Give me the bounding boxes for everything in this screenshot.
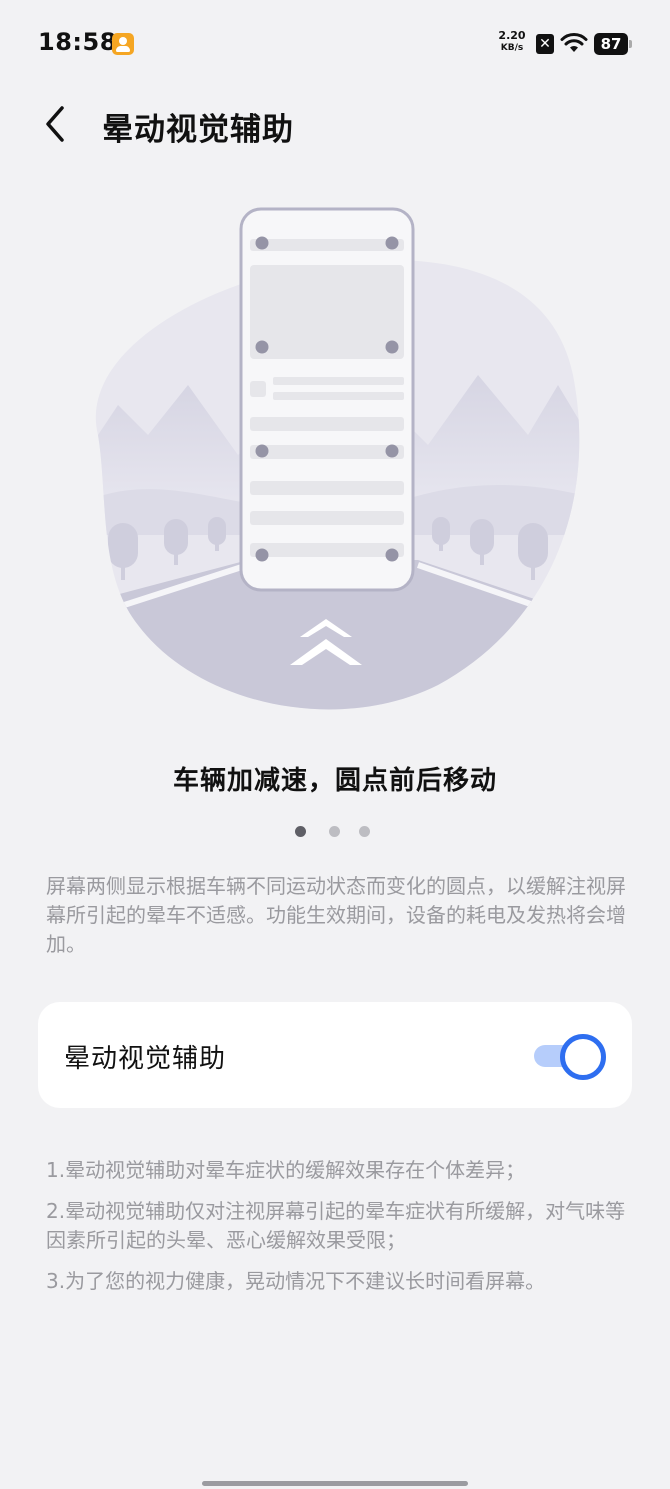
note-item: 3.为了您的视力健康，晃动情况下不建议长时间看屏幕。 [46, 1269, 546, 1293]
profile-notification-icon [112, 33, 134, 55]
battery-tip [629, 40, 632, 48]
note-item: 2.晕动视觉辅助仅对注视屏幕引起的晕车症状有所缓解，对气味等因素所引起的头晕、恶… [46, 1199, 626, 1252]
setting-label: 晕动视觉辅助 [64, 1044, 227, 1074]
battery-indicator: 87 [594, 33, 628, 55]
motion-assist-toggle[interactable] [534, 1032, 610, 1080]
setting-card: 晕动视觉辅助 [38, 1002, 632, 1108]
status-time: 18:58 [38, 28, 117, 56]
notes-list: 1.晕动视觉辅助对晕车症状的缓解效果存在个体差异； 2.晕动视觉辅助仅对注视屏幕… [46, 1156, 636, 1308]
home-indicator[interactable] [202, 1481, 468, 1486]
network-speed-unit: KB/s [500, 43, 524, 53]
page-dot-1[interactable] [295, 826, 306, 837]
note-item: 1.晕动视觉辅助对晕车症状的缓解效果存在个体差异； [46, 1158, 526, 1182]
wifi-icon [560, 33, 588, 52]
back-arrow-icon[interactable] [40, 104, 70, 144]
carousel-caption: 车辆加减速，圆点前后移动 [172, 766, 497, 796]
feature-description: 屏幕两侧显示根据车辆不同运动状态而变化的圆点，以缓解注视屏幕所引起的晕车不适感。… [46, 874, 626, 956]
page-header: 晕动视觉辅助 [0, 90, 670, 160]
page-dot-2[interactable] [329, 826, 340, 837]
network-speed: 2.20 KB/s [494, 30, 530, 54]
network-speed-value: 2.20 [498, 29, 526, 42]
page-title: 晕动视觉辅助 [102, 112, 294, 148]
status-bar: 18:58 2.20 KB/s ✕ 87 [0, 0, 670, 90]
sim-off-icon: ✕ [536, 34, 554, 54]
toggle-knob [560, 1034, 606, 1080]
page-dot-3[interactable] [359, 826, 370, 837]
motion-cue-illustration [95, 207, 580, 710]
